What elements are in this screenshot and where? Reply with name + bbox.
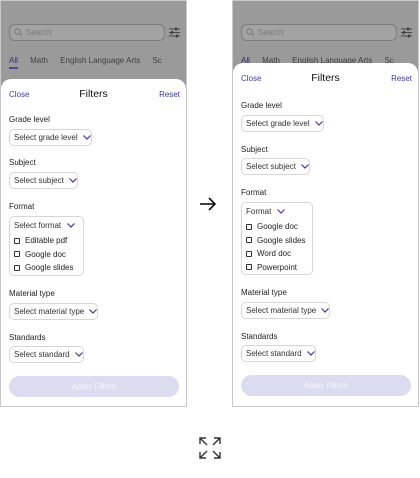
- format-select[interactable]: Format: [242, 203, 312, 220]
- format-option-label: Google slides: [257, 235, 306, 245]
- format-option[interactable]: Word doc: [242, 247, 312, 261]
- standards-label: Standards: [9, 333, 46, 342]
- material-label: Material type: [241, 288, 287, 297]
- grade-select-value: Select grade level: [14, 133, 78, 142]
- checkbox[interactable]: [246, 264, 252, 271]
- arrow-right-icon: [200, 197, 217, 211]
- sheet-header: Close Filters Reset: [1, 88, 186, 102]
- format-option[interactable]: Google slides: [10, 261, 83, 275]
- phone-after: Search All Math English Language Arts Sc…: [232, 0, 419, 407]
- checkbox[interactable]: [246, 250, 252, 257]
- format-option[interactable]: Google doc: [242, 220, 312, 234]
- format-select-value: Select format: [14, 221, 62, 230]
- checkbox[interactable]: [14, 251, 20, 258]
- chevron-down-icon: [74, 352, 83, 357]
- reset-button[interactable]: Reset: [159, 90, 180, 99]
- search-icon: [14, 28, 23, 37]
- grade-label: Grade level: [241, 101, 282, 110]
- checkbox[interactable]: [14, 237, 20, 244]
- tab-math[interactable]: Math: [30, 56, 48, 65]
- format-option-label: Word doc: [257, 249, 292, 259]
- tab-ela[interactable]: English Language Arts: [60, 56, 140, 65]
- grade-select[interactable]: Select grade level: [241, 115, 324, 132]
- standards-select[interactable]: Select standard: [241, 345, 316, 362]
- format-label: Format: [9, 202, 35, 211]
- material-select[interactable]: Select material type: [241, 302, 331, 319]
- chevron-down-icon: [306, 351, 315, 356]
- expand-icon[interactable]: [198, 436, 222, 460]
- chevron-down-icon: [300, 164, 309, 169]
- subject-select-value: Select subject: [246, 162, 296, 171]
- checkbox[interactable]: [246, 237, 252, 244]
- chevron-down-icon: [321, 308, 330, 313]
- format-option-label: Powerpoint: [257, 262, 298, 272]
- subject-label: Subject: [241, 145, 268, 154]
- format-option[interactable]: Powerpoint: [242, 261, 312, 275]
- search-input[interactable]: Search: [241, 24, 397, 41]
- filters-sheet: Close Filters Reset Grade level Select g…: [233, 63, 418, 406]
- format-dropdown[interactable]: Format Google doc Google slides Word doc…: [241, 202, 313, 275]
- apply-filters-button[interactable]: Apply Filters: [9, 376, 179, 397]
- format-select-value: Format: [246, 207, 272, 216]
- subject-select[interactable]: Select subject: [9, 172, 78, 189]
- format-option[interactable]: Google doc: [10, 248, 83, 262]
- app-header: Search All Math English Language Arts Sc: [1, 1, 186, 81]
- chevron-down-icon: [89, 309, 98, 314]
- phone-before: Search All Math English Language Arts Sc…: [0, 0, 187, 407]
- tab-sc[interactable]: Sc: [152, 56, 161, 65]
- format-label: Format: [241, 188, 267, 197]
- standards-select-value: Select standard: [246, 349, 302, 358]
- chevron-down-icon: [68, 178, 77, 183]
- search-placeholder: Search: [258, 28, 284, 37]
- format-option[interactable]: Google slides: [242, 234, 312, 248]
- subject-label: Subject: [9, 158, 36, 167]
- chevron-down-icon: [314, 121, 323, 126]
- checkbox[interactable]: [246, 223, 252, 230]
- material-label: Material type: [9, 289, 55, 298]
- material-select-value: Select material type: [246, 306, 317, 315]
- tab-all[interactable]: All: [9, 56, 18, 69]
- format-option-label: Editable pdf: [25, 236, 68, 246]
- format-option-label: Google slides: [25, 263, 74, 273]
- apply-filters-button[interactable]: Apply Filters: [241, 375, 411, 396]
- grade-label: Grade level: [9, 115, 50, 124]
- format-dropdown[interactable]: Select format Editable pdf Google doc Go…: [9, 216, 84, 276]
- standards-select[interactable]: Select standard: [9, 346, 84, 363]
- tune-icon[interactable]: [401, 27, 412, 38]
- format-option-label: Google doc: [257, 222, 298, 232]
- chevron-down-icon: [82, 135, 91, 140]
- material-select[interactable]: Select material type: [9, 303, 99, 320]
- format-option-label: Google doc: [25, 249, 66, 259]
- filters-sheet: Close Filters Reset Grade level Select g…: [1, 79, 186, 406]
- grade-select-value: Select grade level: [246, 119, 310, 128]
- search-placeholder: Search: [26, 28, 52, 37]
- standards-label: Standards: [241, 332, 278, 341]
- tune-icon[interactable]: [169, 27, 180, 38]
- grade-select[interactable]: Select grade level: [9, 129, 92, 146]
- subject-select-value: Select subject: [14, 176, 64, 185]
- chevron-down-icon: [67, 223, 76, 228]
- reset-button[interactable]: Reset: [391, 74, 412, 83]
- search-icon: [246, 28, 255, 37]
- category-tabs: All Math English Language Arts Sc: [9, 56, 186, 70]
- checkbox[interactable]: [14, 264, 20, 271]
- format-select[interactable]: Select format: [10, 217, 83, 234]
- subject-select[interactable]: Select subject: [241, 158, 310, 175]
- search-input[interactable]: Search: [9, 24, 165, 41]
- standards-select-value: Select standard: [14, 350, 70, 359]
- material-select-value: Select material type: [14, 307, 85, 316]
- chevron-down-icon: [277, 209, 286, 214]
- format-option[interactable]: Editable pdf: [10, 234, 83, 248]
- sheet-header: Close Filters Reset: [233, 72, 418, 86]
